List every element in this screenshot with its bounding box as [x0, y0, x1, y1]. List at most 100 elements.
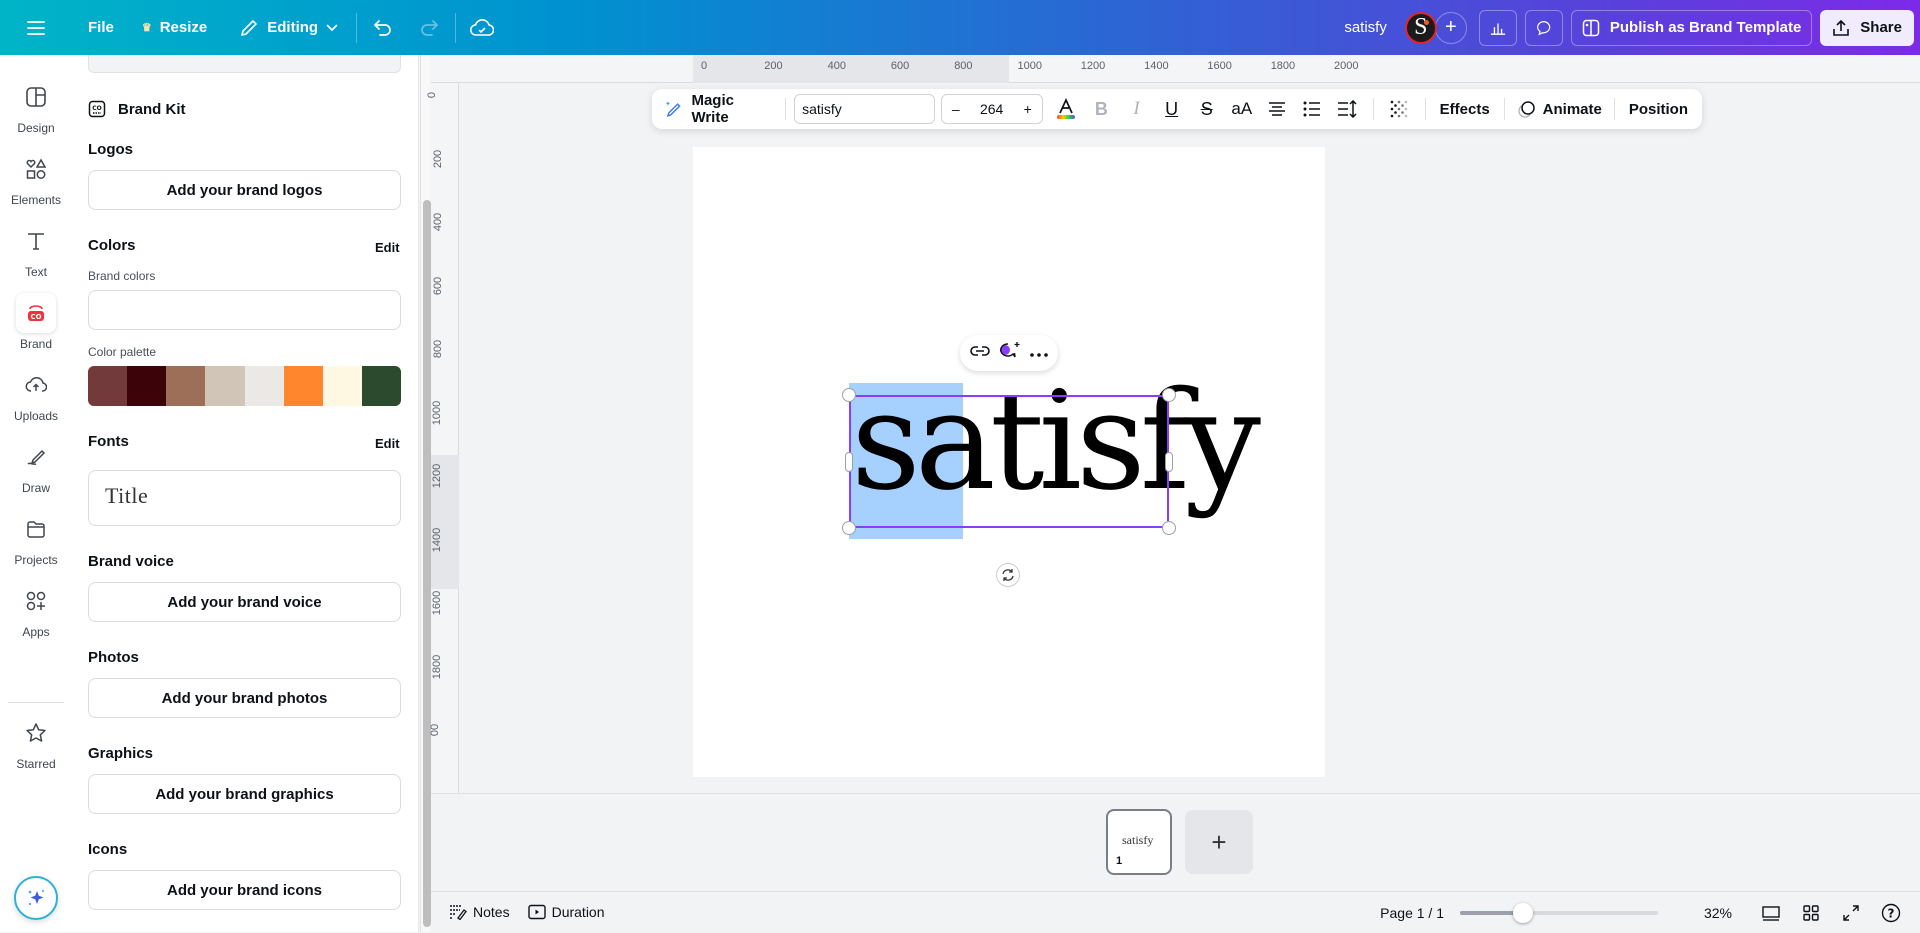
- link-icon: [970, 345, 990, 356]
- effects-button[interactable]: Effects: [1434, 101, 1496, 118]
- zoom-percent[interactable]: 32%: [1684, 905, 1732, 921]
- transparency-button[interactable]: [1382, 94, 1417, 124]
- page-view-button[interactable]: [1756, 898, 1786, 928]
- animate-button[interactable]: Animate: [1513, 99, 1606, 119]
- side-rail: Design Elements Text CO Brand Uploads Dr…: [0, 55, 72, 932]
- help-button[interactable]: ?: [1876, 898, 1906, 928]
- decrease-font-size-button[interactable]: –: [952, 101, 960, 117]
- fullscreen-button[interactable]: [1836, 898, 1866, 928]
- increase-font-size-button[interactable]: +: [1024, 101, 1032, 117]
- magic-write-button[interactable]: Magic Write: [660, 92, 777, 126]
- ruler-tick-label: 1600: [1207, 60, 1232, 72]
- resize-handle-bottom-right[interactable]: [1162, 521, 1176, 535]
- resize-handle-top-right[interactable]: [1162, 388, 1176, 402]
- undo-button[interactable]: [365, 10, 401, 46]
- comments-button[interactable]: [1524, 9, 1563, 46]
- draw-icon: [27, 449, 46, 465]
- add-brand-photos-button[interactable]: Add your brand photos: [88, 678, 401, 718]
- invite-button[interactable]: +: [1434, 11, 1467, 44]
- list-button[interactable]: [1294, 94, 1329, 124]
- main-menu-button[interactable]: [18, 10, 54, 46]
- rotate-handle[interactable]: [996, 563, 1020, 587]
- rail-item-elements[interactable]: Elements: [0, 149, 72, 207]
- rail-item-apps[interactable]: Apps: [0, 581, 72, 639]
- palette-swatch[interactable]: [127, 366, 167, 406]
- ruler-tick-label: 800: [432, 339, 445, 359]
- panel-search-stub[interactable]: [88, 55, 401, 73]
- publish-brand-template-button[interactable]: Publish as Brand Template: [1570, 9, 1813, 46]
- duration-button[interactable]: Duration: [527, 904, 605, 920]
- link-button[interactable]: [970, 344, 990, 363]
- share-button[interactable]: Share: [1820, 9, 1914, 46]
- fonts-heading: Fonts: [88, 433, 129, 450]
- font-size-value[interactable]: 264: [980, 101, 1003, 117]
- save-status-button[interactable]: [464, 10, 500, 46]
- crown-icon: ♛: [141, 22, 152, 34]
- editing-mode-dropdown[interactable]: Editing: [229, 10, 348, 46]
- ruler-tick-label: 400: [432, 212, 445, 232]
- strikethrough-button[interactable]: S: [1189, 94, 1224, 124]
- ruler-vertical: 0 200 400 600 800 1000 1200 1400 1600 1800 00: [426, 83, 459, 848]
- palette-swatch[interactable]: [322, 366, 362, 406]
- redo-button[interactable]: [411, 10, 447, 46]
- font-size-stepper[interactable]: – 264 +: [940, 94, 1043, 124]
- magic-pen-icon: [665, 101, 681, 117]
- resize-handle-top-left[interactable]: [842, 388, 856, 402]
- document-title[interactable]: satisfy: [1344, 19, 1387, 36]
- resize-button[interactable]: ♛ Resize: [132, 10, 217, 46]
- more-options-button[interactable]: [1030, 344, 1048, 362]
- underline-button[interactable]: U: [1154, 94, 1189, 124]
- spacing-button[interactable]: [1330, 94, 1365, 124]
- font-family-dropdown[interactable]: satisfy: [794, 94, 935, 124]
- selection-box[interactable]: [849, 395, 1169, 528]
- rail-item-draw[interactable]: Draw: [0, 437, 72, 495]
- resize-handle-left[interactable]: [845, 452, 853, 472]
- font-title-sample[interactable]: Title: [88, 470, 401, 526]
- palette-swatch[interactable]: [88, 366, 128, 406]
- rail-item-text[interactable]: Text: [0, 221, 72, 279]
- bold-button[interactable]: B: [1084, 94, 1119, 124]
- play-box-icon: [527, 904, 546, 920]
- palette-swatch[interactable]: [244, 366, 284, 406]
- add-page-button[interactable]: +: [1185, 810, 1253, 874]
- palette-swatch[interactable]: [166, 366, 206, 406]
- resize-handle-bottom-left[interactable]: [842, 521, 856, 535]
- zoom-slider[interactable]: [1460, 902, 1658, 923]
- text-color-button[interactable]: [1049, 94, 1084, 124]
- brand-colors-box[interactable]: [88, 290, 401, 330]
- position-button[interactable]: Position: [1623, 101, 1694, 118]
- ruler-tick-label: 00: [429, 723, 442, 737]
- panel-scrollbar-thumb[interactable]: [423, 200, 431, 927]
- ruler-tick-label: 0: [701, 60, 708, 72]
- letter-case-button[interactable]: aA: [1224, 94, 1259, 124]
- notes-button[interactable]: Notes: [449, 904, 510, 920]
- avatar[interactable]: S: [1404, 11, 1437, 44]
- rail-item-projects[interactable]: Projects: [0, 509, 72, 567]
- palette-swatch[interactable]: [205, 366, 245, 406]
- brand-kit-header[interactable]: CO Brand Kit: [88, 100, 186, 118]
- add-brand-icons-button[interactable]: Add your brand icons: [88, 870, 401, 910]
- rail-item-starred[interactable]: Starred: [0, 713, 72, 771]
- palette-swatch[interactable]: [361, 366, 401, 406]
- bullet-list-icon: [1303, 101, 1320, 117]
- magic-assistant-button[interactable]: [14, 876, 58, 920]
- italic-button[interactable]: I: [1119, 94, 1154, 124]
- zoom-slider-knob[interactable]: [1513, 902, 1534, 923]
- add-comment-button[interactable]: [998, 341, 1022, 366]
- grid-view-button[interactable]: [1796, 898, 1826, 928]
- add-brand-voice-button[interactable]: Add your brand voice: [88, 582, 401, 622]
- insights-button[interactable]: [1478, 9, 1517, 46]
- add-brand-graphics-button[interactable]: Add your brand graphics: [88, 774, 401, 814]
- rail-item-design[interactable]: Design: [0, 77, 72, 135]
- palette-swatch[interactable]: [283, 366, 323, 406]
- add-brand-logos-button[interactable]: Add your brand logos: [88, 170, 401, 210]
- file-menu-button[interactable]: File: [78, 10, 124, 46]
- rail-item-brand[interactable]: CO Brand: [0, 293, 72, 351]
- rail-item-uploads[interactable]: Uploads: [0, 365, 72, 423]
- alignment-button[interactable]: [1259, 94, 1294, 124]
- page-thumbnail[interactable]: satisfy 1: [1106, 809, 1172, 875]
- resize-handle-right[interactable]: [1165, 452, 1173, 472]
- page-indicator[interactable]: Page 1 / 1: [1380, 905, 1444, 921]
- brand-voice-heading: Brand voice: [88, 553, 174, 570]
- panel-scrollbar[interactable]: [420, 55, 431, 932]
